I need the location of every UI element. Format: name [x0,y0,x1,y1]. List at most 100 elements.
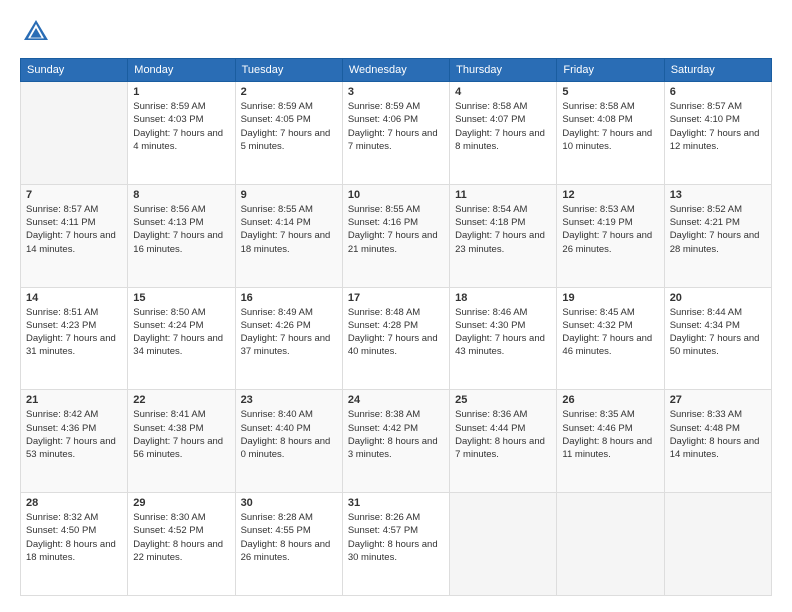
calendar-cell: 14 Sunrise: 8:51 AMSunset: 4:23 PMDayligh… [21,287,128,390]
day-number: 12 [562,189,658,201]
calendar-cell: 22 Sunrise: 8:41 AMSunset: 4:38 PMDayligh… [128,390,235,493]
calendar-week-3: 14 Sunrise: 8:51 AMSunset: 4:23 PMDayligh… [21,287,772,390]
calendar-week-5: 28Sunrise: 8:32 AMSunset: 4:50 PMDayligh… [21,493,772,596]
calendar-cell: 12 Sunrise: 8:53 AMSunset: 4:19 PMDayligh… [557,184,664,287]
day-number: 11 [455,189,551,201]
day-info: Sunrise: 8:51 AMSunset: 4:23 PMDaylight:… [26,306,122,359]
day-info: Sunrise: 8:26 AMSunset: 4:57 PMDaylight:… [348,511,444,564]
calendar-cell: 29Sunrise: 8:30 AMSunset: 4:52 PMDayligh… [128,493,235,596]
calendar-cell: 11 Sunrise: 8:54 AMSunset: 4:18 PMDayligh… [450,184,557,287]
day-info: Sunrise: 8:54 AMSunset: 4:18 PMDaylight:… [455,203,551,256]
calendar-cell: 8 Sunrise: 8:56 AMSunset: 4:13 PMDaylight… [128,184,235,287]
day-info: Sunrise: 8:59 AMSunset: 4:05 PMDaylight:… [241,100,337,153]
calendar-cell: 28Sunrise: 8:32 AMSunset: 4:50 PMDayligh… [21,493,128,596]
day-number: 3 [348,86,444,98]
day-info: Sunrise: 8:28 AMSunset: 4:55 PMDaylight:… [241,511,337,564]
day-number: 25 [455,394,551,406]
day-info: Sunrise: 8:36 AMSunset: 4:44 PMDaylight:… [455,408,551,461]
calendar-body: 1 Sunrise: 8:59 AMSunset: 4:03 PMDaylight… [21,82,772,596]
column-header-tuesday: Tuesday [235,59,342,82]
day-info: Sunrise: 8:58 AMSunset: 4:07 PMDaylight:… [455,100,551,153]
calendar-cell: 6 Sunrise: 8:57 AMSunset: 4:10 PMDaylight… [664,82,771,185]
day-info: Sunrise: 8:55 AMSunset: 4:14 PMDaylight:… [241,203,337,256]
day-info: Sunrise: 8:33 AMSunset: 4:48 PMDaylight:… [670,408,766,461]
calendar-cell: 1 Sunrise: 8:59 AMSunset: 4:03 PMDaylight… [128,82,235,185]
day-number: 20 [670,292,766,304]
day-number: 23 [241,394,337,406]
day-number: 5 [562,86,658,98]
day-number: 4 [455,86,551,98]
calendar-header-row: SundayMondayTuesdayWednesdayThursdayFrid… [21,59,772,82]
day-info: Sunrise: 8:48 AMSunset: 4:28 PMDaylight:… [348,306,444,359]
day-number: 30 [241,497,337,509]
day-number: 22 [133,394,229,406]
day-info: Sunrise: 8:38 AMSunset: 4:42 PMDaylight:… [348,408,444,461]
calendar-week-2: 7 Sunrise: 8:57 AMSunset: 4:11 PMDaylight… [21,184,772,287]
calendar-cell: 2 Sunrise: 8:59 AMSunset: 4:05 PMDaylight… [235,82,342,185]
calendar-cell: 10Sunrise: 8:55 AMSunset: 4:16 PMDayligh… [342,184,449,287]
day-number: 21 [26,394,122,406]
day-number: 14 [26,292,122,304]
day-number: 31 [348,497,444,509]
day-info: Sunrise: 8:49 AMSunset: 4:26 PMDaylight:… [241,306,337,359]
day-info: Sunrise: 8:59 AMSunset: 4:03 PMDaylight:… [133,100,229,153]
day-number: 27 [670,394,766,406]
day-number: 7 [26,189,122,201]
calendar-cell: 17 Sunrise: 8:48 AMSunset: 4:28 PMDayligh… [342,287,449,390]
day-number: 15 [133,292,229,304]
column-header-wednesday: Wednesday [342,59,449,82]
day-number: 9 [241,189,337,201]
calendar-cell: 3 Sunrise: 8:59 AMSunset: 4:06 PMDaylight… [342,82,449,185]
day-info: Sunrise: 8:45 AMSunset: 4:32 PMDaylight:… [562,306,658,359]
calendar-cell: 4 Sunrise: 8:58 AMSunset: 4:07 PMDaylight… [450,82,557,185]
column-header-saturday: Saturday [664,59,771,82]
calendar-cell [21,82,128,185]
day-info: Sunrise: 8:42 AMSunset: 4:36 PMDaylight:… [26,408,122,461]
day-info: Sunrise: 8:50 AMSunset: 4:24 PMDaylight:… [133,306,229,359]
day-number: 2 [241,86,337,98]
calendar-cell: 15 Sunrise: 8:50 AMSunset: 4:24 PMDayligh… [128,287,235,390]
day-number: 18 [455,292,551,304]
day-info: Sunrise: 8:57 AMSunset: 4:10 PMDaylight:… [670,100,766,153]
day-info: Sunrise: 8:44 AMSunset: 4:34 PMDaylight:… [670,306,766,359]
calendar-cell: 25 Sunrise: 8:36 AMSunset: 4:44 PMDayligh… [450,390,557,493]
day-info: Sunrise: 8:58 AMSunset: 4:08 PMDaylight:… [562,100,658,153]
calendar-cell: 20 Sunrise: 8:44 AMSunset: 4:34 PMDayligh… [664,287,771,390]
day-info: Sunrise: 8:59 AMSunset: 4:06 PMDaylight:… [348,100,444,153]
calendar-cell: 19 Sunrise: 8:45 AMSunset: 4:32 PMDayligh… [557,287,664,390]
calendar-cell [557,493,664,596]
day-number: 6 [670,86,766,98]
calendar-cell: 5 Sunrise: 8:58 AMSunset: 4:08 PMDaylight… [557,82,664,185]
day-number: 16 [241,292,337,304]
calendar-cell [450,493,557,596]
calendar-cell: 30 Sunrise: 8:28 AMSunset: 4:55 PMDayligh… [235,493,342,596]
calendar-cell: 9 Sunrise: 8:55 AMSunset: 4:14 PMDaylight… [235,184,342,287]
calendar-cell: 7 Sunrise: 8:57 AMSunset: 4:11 PMDaylight… [21,184,128,287]
logo-icon [20,16,52,48]
column-header-sunday: Sunday [21,59,128,82]
day-number: 28 [26,497,122,509]
day-number: 19 [562,292,658,304]
day-info: Sunrise: 8:56 AMSunset: 4:13 PMDaylight:… [133,203,229,256]
calendar-cell: 16 Sunrise: 8:49 AMSunset: 4:26 PMDayligh… [235,287,342,390]
day-info: Sunrise: 8:41 AMSunset: 4:38 PMDaylight:… [133,408,229,461]
calendar-cell: 26Sunrise: 8:35 AMSunset: 4:46 PMDayligh… [557,390,664,493]
column-header-thursday: Thursday [450,59,557,82]
day-number: 10 [348,189,444,201]
day-info: Sunrise: 8:53 AMSunset: 4:19 PMDaylight:… [562,203,658,256]
calendar-cell: 31 Sunrise: 8:26 AMSunset: 4:57 PMDayligh… [342,493,449,596]
day-info: Sunrise: 8:57 AMSunset: 4:11 PMDaylight:… [26,203,122,256]
day-number: 1 [133,86,229,98]
calendar-cell: 13Sunrise: 8:52 AMSunset: 4:21 PMDayligh… [664,184,771,287]
day-info: Sunrise: 8:52 AMSunset: 4:21 PMDaylight:… [670,203,766,256]
calendar-cell [664,493,771,596]
calendar-cell: 23 Sunrise: 8:40 AMSunset: 4:40 PMDayligh… [235,390,342,493]
column-header-friday: Friday [557,59,664,82]
day-number: 24 [348,394,444,406]
calendar-week-4: 21 Sunrise: 8:42 AMSunset: 4:36 PMDayligh… [21,390,772,493]
page: SundayMondayTuesdayWednesdayThursdayFrid… [0,0,792,612]
day-info: Sunrise: 8:40 AMSunset: 4:40 PMDaylight:… [241,408,337,461]
day-number: 8 [133,189,229,201]
day-number: 17 [348,292,444,304]
calendar-week-1: 1 Sunrise: 8:59 AMSunset: 4:03 PMDaylight… [21,82,772,185]
